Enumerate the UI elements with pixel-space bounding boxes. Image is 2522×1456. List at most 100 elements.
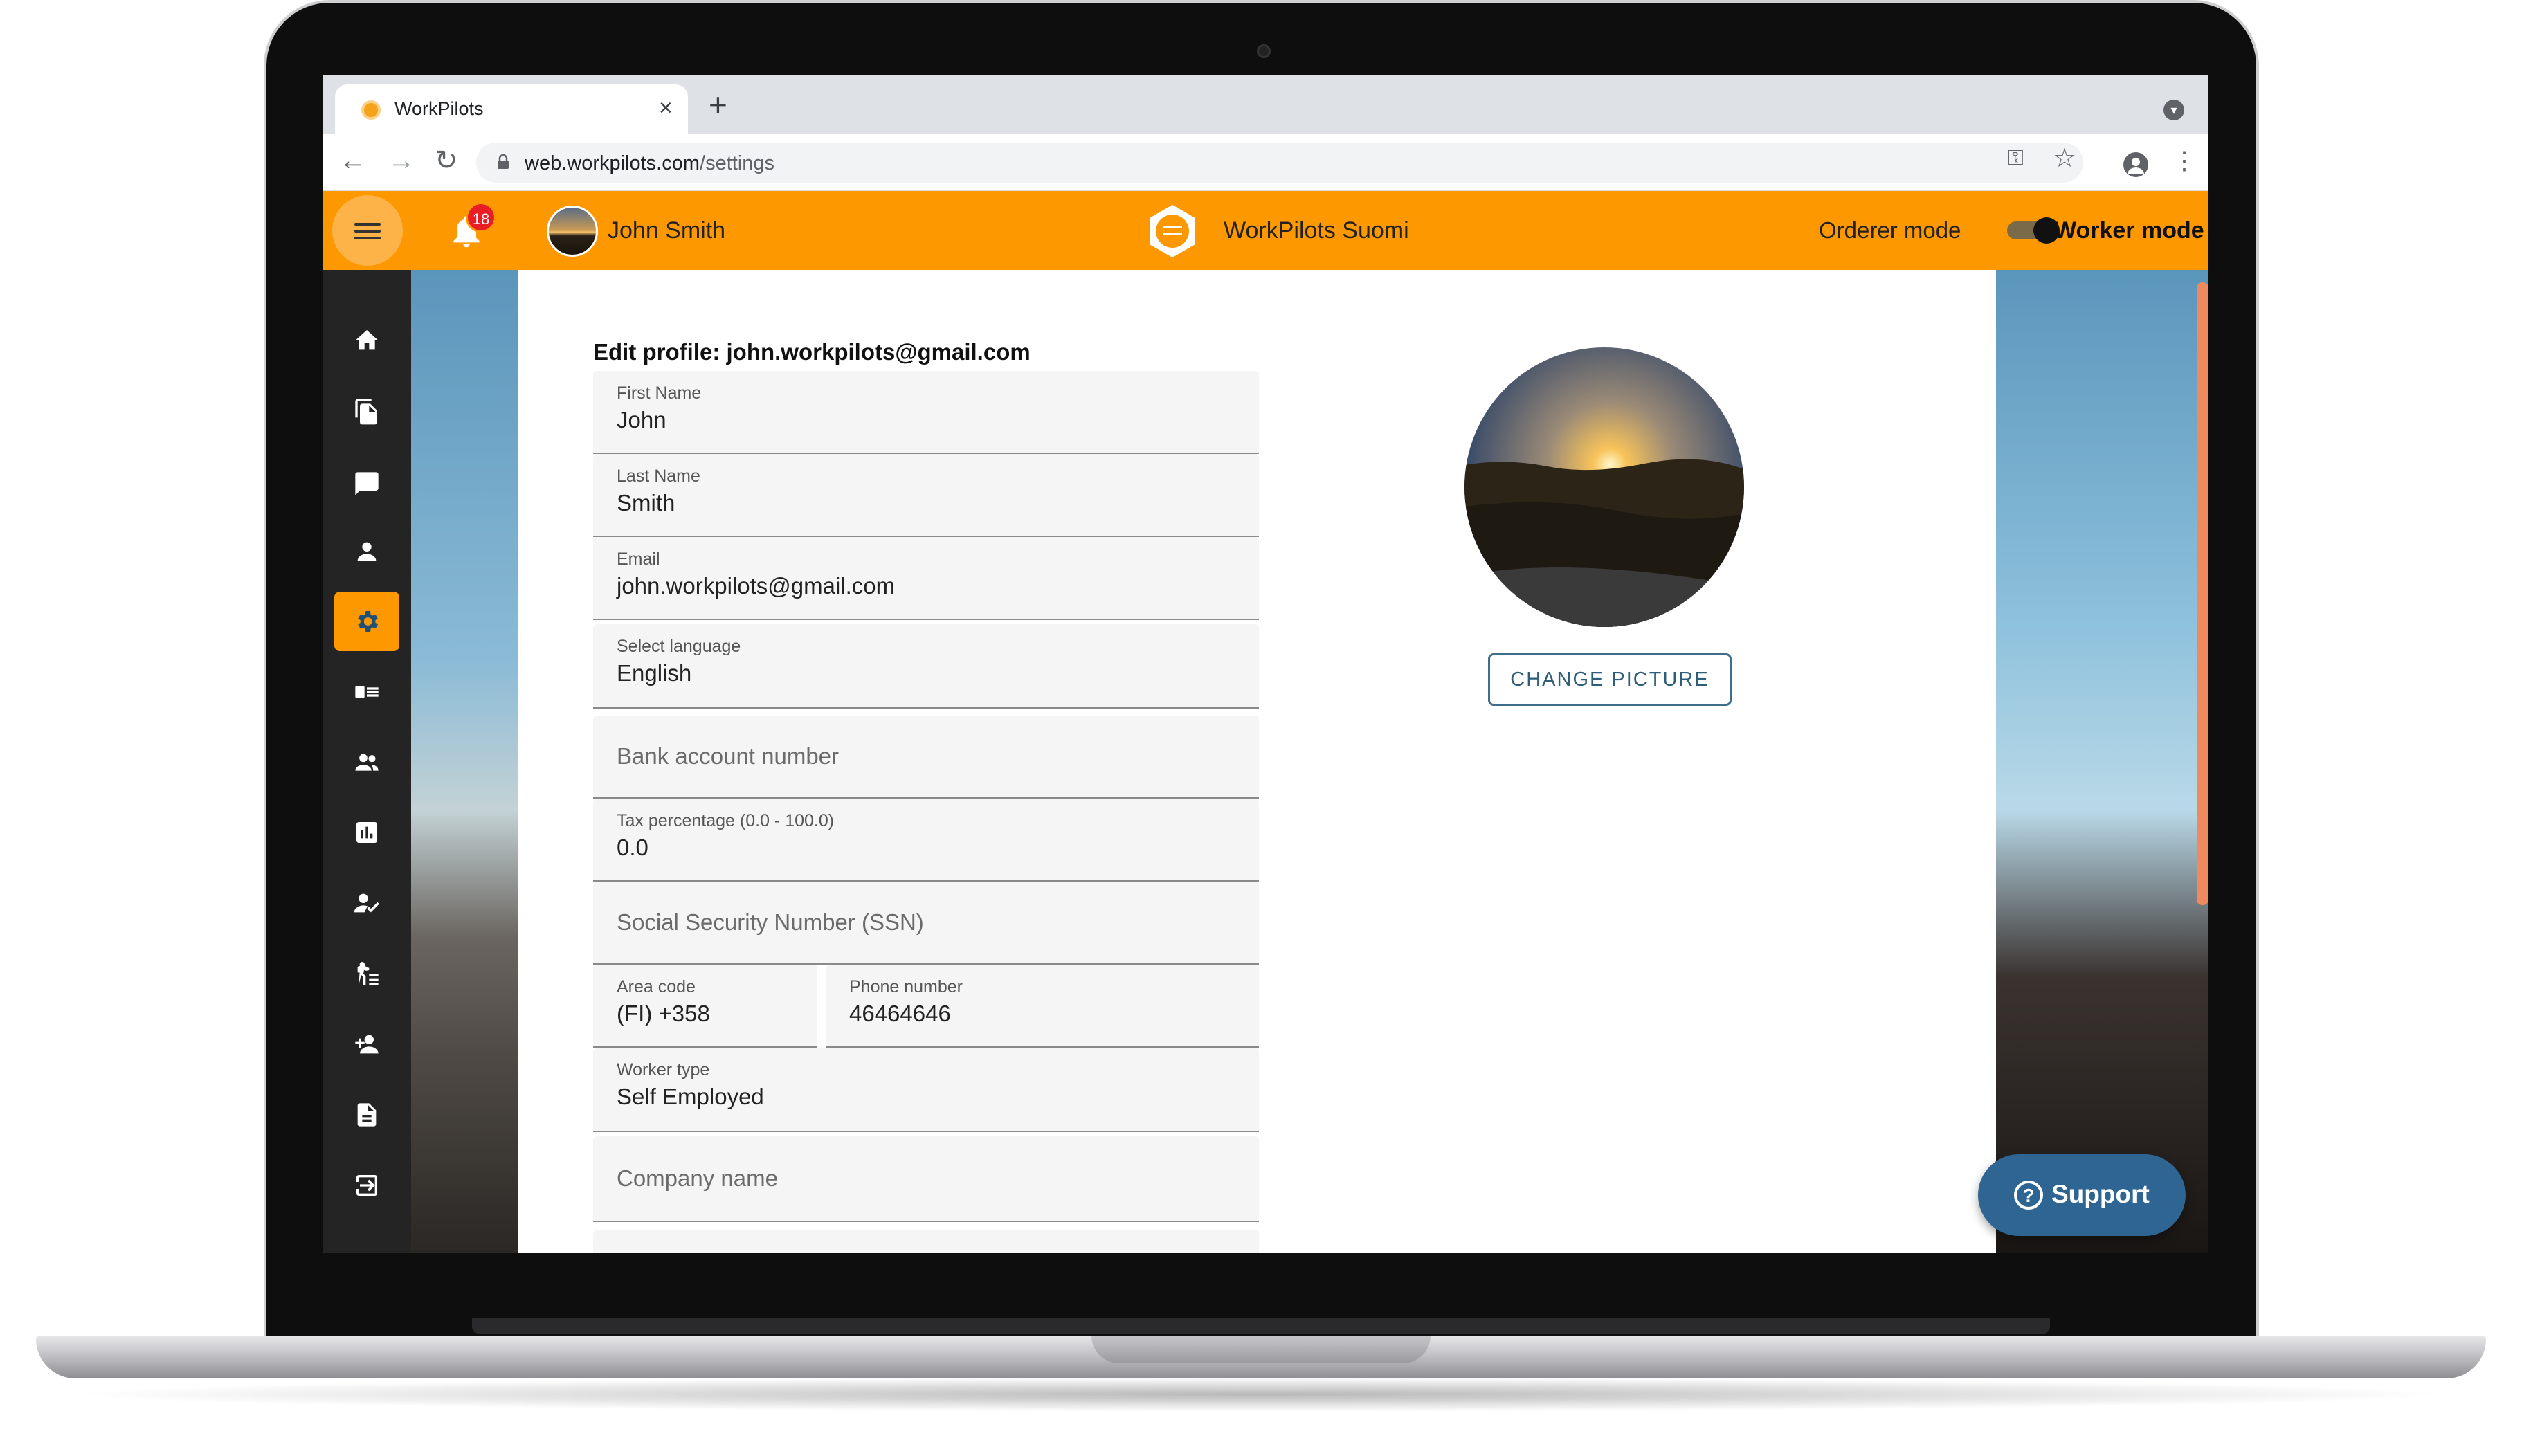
chat-icon [355,472,379,495]
home-icon [355,330,379,350]
first-name-label: First Name [617,383,702,403]
phone-number-value[interactable]: 46464646 [849,1001,951,1027]
background-image-left [411,270,518,1253]
sidebar-item-files[interactable] [334,1085,399,1145]
address-bar[interactable]: web.workpilots.com/settings [476,143,2083,183]
area-code-select[interactable]: Area code (FI) +358 [593,965,817,1048]
browser-toolbar: ← → ↻ web.workpilots.com/settings ⚿ ☆ ⋮ [323,134,2208,191]
phone-number-field[interactable]: Phone number 46464646 [826,965,1259,1048]
file-icon [357,1103,377,1127]
worker-type-select[interactable]: Worker type Self Employed [593,1048,1259,1132]
laptop-notch [1091,1336,1431,1363]
forward-icon[interactable]: → [388,145,415,176]
sidebar-item-id-card[interactable] [334,662,399,722]
chart-icon [356,822,377,843]
back-icon[interactable]: ← [339,145,367,176]
browser-tabbar: WorkPilots × + ▾ [323,75,2208,134]
worker-type-label: Worker type [617,1060,710,1080]
sidebar-item-reports[interactable] [334,803,399,862]
tab-title: WorkPilots [394,98,484,119]
group-icon [355,754,379,771]
worker-type-value[interactable]: Self Employed [617,1084,764,1110]
company-name-placeholder[interactable]: Company name [617,1136,778,1221]
avatar[interactable] [547,206,598,257]
tax-percentage-value[interactable]: 0.0 [617,835,648,861]
tab-close-icon[interactable]: × [659,94,673,122]
help-icon: ? [2014,1181,2043,1210]
email-value[interactable]: john.workpilots@gmail.com [617,573,895,599]
sidebar-item-documents[interactable] [334,382,399,442]
language-value[interactable]: English [617,660,691,686]
add-person-icon [355,1035,379,1054]
next-field[interactable] [593,1230,1259,1253]
brand-name: WorkPilots Suomi [1224,217,1409,244]
worker-list-icon [357,962,379,985]
orderer-mode-label[interactable]: Orderer mode [1819,217,1961,244]
content-edge [518,270,532,1253]
language-select[interactable]: Select language English [593,624,1259,709]
reload-icon[interactable]: ↻ [435,145,458,176]
support-label: Support [2051,1180,2150,1208]
profile-picture [1464,347,1744,627]
tab-search-icon[interactable]: ▾ [2163,100,2184,120]
profile-icon[interactable] [2123,152,2148,177]
new-tab-button[interactable]: + [709,89,727,120]
company-name-field[interactable]: Company name [593,1136,1259,1222]
person-icon [357,542,377,561]
sidebar-item-workers[interactable] [334,944,399,1003]
sidebar-item-settings[interactable] [334,592,399,651]
id-card-icon [355,686,379,698]
ssn-field[interactable]: Social Security Number (SSN) [593,882,1259,965]
last-name-value[interactable]: Smith [617,490,675,516]
workpilots-logo-icon [1150,205,1195,257]
support-button[interactable]: ? Support [1978,1154,2186,1236]
page-title: Edit profile: john.workpilots@gmail.com [593,339,1031,365]
area-code-label: Area code [617,977,696,997]
sidebar-item-approvals[interactable] [334,873,399,933]
email-field[interactable]: Email john.workpilots@gmail.com [593,537,1259,620]
laptop-hinge [472,1318,2050,1334]
sidebar-item-profile[interactable] [334,522,399,581]
sidebar-item-team[interactable] [334,733,399,792]
sidebar-item-logout[interactable] [334,1156,399,1215]
sidebar-item-add-user[interactable] [334,1014,399,1074]
sidebar [323,270,411,1253]
sidebar-item-messages[interactable] [334,454,399,513]
first-name-field[interactable]: First Name John [593,371,1259,454]
last-name-field[interactable]: Last Name Smith [593,454,1259,537]
profile-form-panel: Edit profile: john.workpilots@gmail.com … [523,270,1994,1253]
laptop-shadow [62,1377,2457,1412]
camera-icon [1257,44,1271,58]
url-domain: web.workpilots.com [525,152,700,174]
menu-button[interactable] [332,195,403,266]
sidebar-item-home[interactable] [334,311,399,370]
language-label: Select language [617,637,741,656]
url-text: web.workpilots.com/settings [525,152,774,175]
worker-mode-label[interactable]: Worker mode [2054,217,2204,244]
scrollbar[interactable] [2197,282,2208,905]
email-label: Email [617,549,660,569]
browser-menu-icon[interactable]: ⋮ [2172,145,2197,176]
documents-icon [355,399,377,425]
change-picture-button[interactable]: CHANGE PICTURE [1488,653,1732,706]
settings-icon [358,611,378,632]
tax-percentage-field[interactable]: Tax percentage (0.0 - 100.0) 0.0 [593,799,1259,882]
bank-account-placeholder[interactable]: Bank account number [617,716,839,797]
url-path: /settings [700,152,775,174]
area-code-value[interactable]: (FI) +358 [617,1001,710,1027]
lock-icon [498,154,509,169]
user-name[interactable]: John Smith [608,217,725,244]
first-name-value[interactable]: John [617,407,666,433]
browser-tab[interactable]: WorkPilots × [335,84,688,134]
logout-icon [356,1175,377,1196]
key-icon[interactable]: ⚿ [2008,147,2024,170]
phone-number-label: Phone number [849,977,963,997]
app-header: 18 John Smith WorkPilots Suomi Orderer m… [323,191,2208,270]
ssn-placeholder[interactable]: Social Security Number (SSN) [617,882,924,963]
menu-line [354,237,381,239]
menu-line [354,230,381,233]
bank-account-field[interactable]: Bank account number [593,716,1259,799]
bookmark-star-icon[interactable]: ☆ [2053,143,2076,174]
mode-toggle[interactable] [2007,217,2060,244]
person-check-icon [354,893,379,913]
